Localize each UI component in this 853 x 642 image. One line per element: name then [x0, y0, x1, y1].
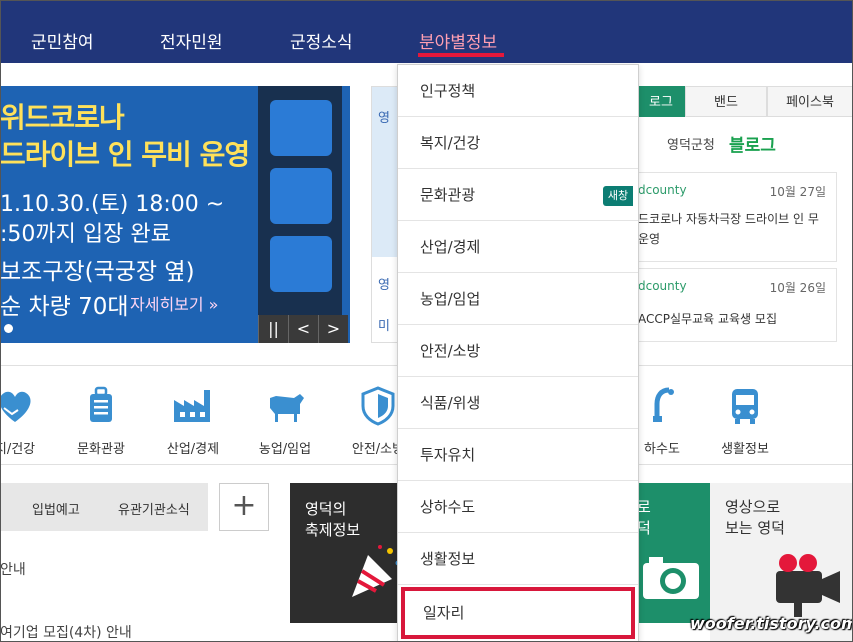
post-title[interactable]: ACCP실무교육 교육생 모집: [638, 309, 828, 329]
menu-item-safety-fire[interactable]: 안전/소방: [398, 325, 638, 377]
menu-item-welfare-health[interactable]: 복지/건강: [398, 117, 638, 169]
menu-item-label: 안전/소방: [420, 342, 481, 360]
menu-item-label: 일자리: [423, 604, 465, 622]
banner-title-line2: 드라이브 인 무비 운영: [0, 138, 250, 171]
notice-link[interactable]: 미: [378, 315, 390, 334]
video-box-title: 영상으로 보는 영덕: [725, 498, 785, 537]
post-account: dcounty: [638, 183, 687, 197]
bus-icon: [732, 389, 758, 424]
banner-capacity: 순 차량 70대: [0, 294, 129, 320]
menu-item-label: 생활정보: [420, 550, 476, 568]
social-panel: 로그 밴드 페이스북 영덕군청 블로그 dcounty 10월 27일 드코로나…: [637, 86, 853, 343]
post-date: 10월 27일: [769, 185, 826, 199]
camera-icon: [643, 557, 699, 599]
menu-item-food-hygiene[interactable]: 식품/위생: [398, 377, 638, 429]
notice-item[interactable]: 안내: [0, 559, 26, 579]
active-nav-indicator: [418, 53, 504, 57]
factory-icon: [174, 390, 210, 422]
category-label: 생활정보: [721, 442, 769, 457]
filmstrip-graphic: [258, 86, 342, 343]
category-label: 문화관광: [77, 442, 125, 457]
tab-legislative-notice[interactable]: 입법예고: [32, 499, 80, 518]
nav-e-civil-service[interactable]: 전자민원: [160, 28, 223, 53]
menu-item-label: 농업/임업: [420, 290, 481, 308]
menu-item-label: 식품/위생: [420, 394, 481, 412]
menu-item-living-info[interactable]: 생활정보: [398, 533, 638, 585]
banner-pager-dot[interactable]: [4, 324, 13, 333]
banner-more-link[interactable]: 자세히보기 »: [130, 291, 218, 315]
post-account: dcounty: [638, 279, 687, 293]
menu-item-label: 투자유치: [420, 446, 476, 464]
tab-band[interactable]: 밴드: [685, 86, 767, 117]
category-living-info[interactable]: 생활정보: [695, 366, 795, 466]
cow-icon: [270, 394, 304, 422]
menu-item-water-sewage[interactable]: 상하수도: [398, 481, 638, 533]
menu-item-culture-tourism[interactable]: 문화관광: [398, 169, 638, 221]
menu-item-investment[interactable]: 투자유치: [398, 429, 638, 481]
main-banner[interactable]: 위드코로나 드라이브 인 무비 운영 1.10.30.(토) 18:00 ~ :…: [0, 86, 350, 343]
category-culture-tourism[interactable]: 문화관광: [51, 366, 151, 466]
menu-item-label: 산업/경제: [420, 238, 481, 256]
menu-item-label: 복지/건강: [420, 134, 481, 152]
more-plus-button[interactable]: +: [219, 483, 269, 531]
post-date: 10월 26일: [769, 281, 826, 295]
region-info-box[interactable]: 로 덕: [637, 483, 710, 623]
banner-prev-button[interactable]: <: [288, 315, 318, 343]
nav-citizen-participation[interactable]: 군민참여: [31, 28, 94, 53]
top-navigation: 군민참여 전자민원 군정소식 분야별정보: [0, 0, 853, 63]
watermark: woofer.tistory.com: [690, 614, 853, 633]
blog-logo: 블로그: [729, 136, 776, 156]
region-box-title: 로 덕: [637, 498, 651, 537]
notice-tabs: 입법예고 유관기관소식: [0, 483, 208, 531]
shield-icon: [361, 386, 395, 426]
banner-location: 보조구장(국궁장 옆): [0, 259, 195, 285]
video-camera-icon: [776, 554, 840, 617]
category-industry-economy[interactable]: 산업/경제: [143, 366, 243, 466]
notice-board: 입법예고 유관기관소식 + 안내 여기업 모집(4차) 안내: [0, 483, 270, 642]
banner-next-button[interactable]: >: [318, 315, 348, 343]
field-info-dropdown: 인구정책 복지/건강 문화관광 산업/경제 농업/임업 안전/소방 식품/위생 …: [397, 64, 639, 642]
notice-text: 영: [378, 111, 390, 126]
menu-item-agriculture-forestry[interactable]: 농업/임업: [398, 273, 638, 325]
tab-blog[interactable]: 로그: [637, 86, 685, 117]
menu-item-label: 인구정책: [420, 82, 476, 100]
tab-facebook[interactable]: 페이스북: [767, 86, 853, 117]
new-window-badge: 새창: [603, 186, 633, 206]
nav-county-news[interactable]: 군정소식: [290, 28, 353, 53]
notice-link[interactable]: 영: [378, 274, 390, 293]
banner-time-note: :50까지 입장 완료: [0, 222, 171, 247]
category-label: 농업/임업: [258, 442, 312, 457]
heart-hands-icon: [0, 391, 31, 422]
menu-item-population-policy[interactable]: 인구정책: [398, 65, 638, 117]
blog-post-card[interactable]: dcounty 10월 27일 드코로나 자동차극장 드라이브 인 무 운영: [637, 172, 837, 262]
festival-title: 영덕의 축제정보: [305, 500, 361, 539]
blog-post-card[interactable]: dcounty 10월 26일 ACCP실무교육 교육생 모집: [637, 268, 837, 342]
tab-related-agency-news[interactable]: 유관기관소식: [118, 499, 190, 518]
blog-owner: 영덕군청: [667, 138, 715, 153]
nav-field-info[interactable]: 분야별정보: [419, 28, 497, 53]
faucet-icon: [653, 387, 674, 422]
menu-item-industry-economy[interactable]: 산업/경제: [398, 221, 638, 273]
notice-item[interactable]: 여기업 모집(4차) 안내: [0, 622, 132, 642]
category-agriculture-forestry[interactable]: 농업/임업: [235, 366, 335, 466]
banner-date: 1.10.30.(토) 18:00 ~: [0, 192, 225, 217]
menu-item-jobs[interactable]: 일자리: [401, 587, 635, 639]
category-label: 산업/경제: [166, 442, 220, 457]
banner-title-line1: 위드코로나: [0, 101, 125, 134]
post-title[interactable]: 드코로나 자동차극장 드라이브 인 무 운영: [638, 209, 828, 249]
menu-item-label: 문화관광: [420, 186, 476, 204]
luggage-icon: [90, 386, 112, 422]
banner-pause-button[interactable]: ||: [258, 315, 288, 343]
menu-item-label: 상하수도: [420, 498, 476, 516]
